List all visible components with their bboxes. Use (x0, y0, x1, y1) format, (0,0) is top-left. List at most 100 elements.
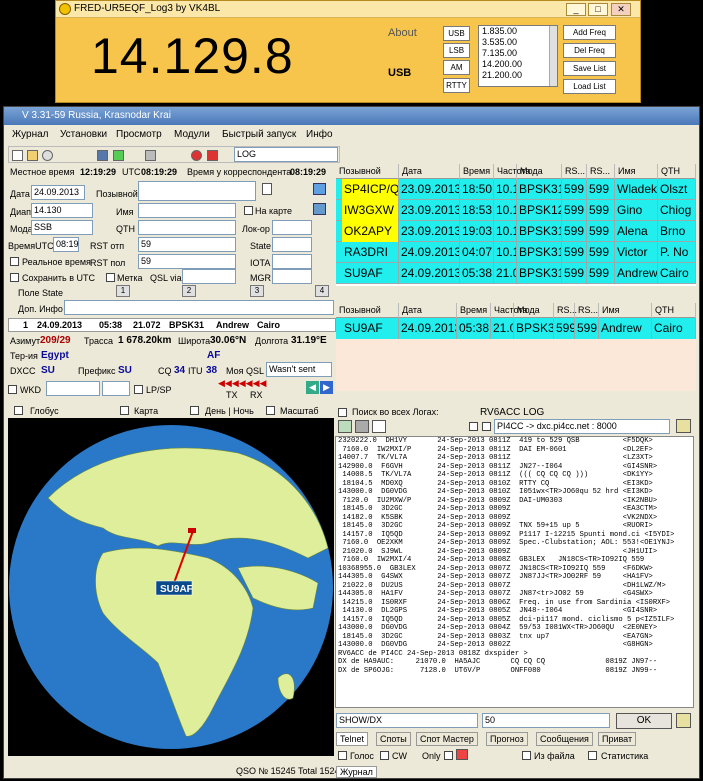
save-icon[interactable] (97, 150, 108, 161)
record-icon[interactable] (191, 150, 202, 161)
tab-forecast[interactable]: Прогноз (486, 732, 528, 746)
minimize-button[interactable]: _ (566, 3, 586, 16)
only-checkbox[interactable] (444, 751, 453, 760)
col-date[interactable]: Дата (399, 164, 460, 179)
list-item[interactable]: 1.835.00 (479, 26, 557, 37)
col-rst1[interactable]: RS... (554, 303, 577, 318)
qsl-via-field[interactable] (182, 269, 236, 284)
send-icon[interactable] (676, 713, 691, 728)
qth-field[interactable] (138, 220, 236, 235)
del-freq-button[interactable]: Del Freq (563, 43, 616, 58)
col-date[interactable]: Дата (399, 303, 457, 318)
mode-lsb-button[interactable]: LSB (443, 43, 470, 58)
realtime-checkbox[interactable] (10, 257, 19, 266)
cluster-connect-icon[interactable] (338, 420, 352, 433)
table-row[interactable]: OK2APY23.09.201319:0310.1BPSK31599599Ale… (336, 221, 696, 242)
mgr-field[interactable] (272, 269, 312, 284)
daynight-checkbox[interactable] (190, 406, 199, 415)
maximize-button[interactable]: □ (588, 3, 608, 16)
save-utc-checkbox[interactable] (10, 273, 19, 282)
menu-journal[interactable]: Журнал (12, 129, 49, 140)
menu-settings[interactable]: Установки (60, 129, 107, 140)
col-name[interactable]: Имя (615, 164, 658, 179)
rewind-icon[interactable]: ◀◀◀◀◀◀◀ (218, 378, 266, 389)
arrow-left-icon[interactable]: ◀ (306, 381, 319, 394)
stats-checkbox[interactable] (588, 751, 597, 760)
col-time[interactable]: Время (457, 303, 491, 318)
scale-checkbox[interactable] (266, 406, 275, 415)
name-field[interactable] (138, 203, 236, 218)
date-field[interactable]: 24.09.2013 (31, 185, 85, 200)
wkd-field[interactable] (46, 381, 100, 396)
world-map[interactable]: SU9AF (8, 418, 334, 756)
cluster-checkbox-2[interactable] (482, 422, 491, 431)
menu-view[interactable]: Просмотр (116, 129, 162, 140)
frequency-list[interactable]: 1.835.00 3.535.00 7.135.00 14.200.00 21.… (478, 25, 558, 87)
tab-spots[interactable]: Споты (376, 732, 411, 746)
rst-rcvd-field[interactable]: 59 (138, 254, 236, 269)
window-icon[interactable] (313, 183, 326, 195)
col-qth[interactable]: QTH (658, 164, 696, 179)
menu-info[interactable]: Инфо (306, 129, 333, 140)
list-item[interactable]: 14.200.00 (479, 59, 557, 70)
col-freq[interactable]: Частота (491, 303, 527, 318)
document-icon[interactable] (262, 183, 272, 195)
on-map-checkbox[interactable] (244, 206, 253, 215)
tab-telnet[interactable]: Telnet (336, 732, 369, 746)
about-link[interactable]: About (388, 27, 417, 39)
col-rst2[interactable]: RS... (575, 303, 599, 318)
load-list-button[interactable]: Load List (563, 79, 616, 94)
iota-field[interactable] (272, 254, 312, 269)
table-row[interactable]: SP4ICP/QRP23.09.201318:5010.1BPSK3159959… (336, 179, 696, 200)
cluster-list-icon[interactable] (372, 420, 386, 433)
col-call[interactable]: Позывной (336, 303, 399, 318)
tab-private[interactable]: Приват (598, 732, 637, 746)
locator-field[interactable] (272, 220, 312, 235)
arrow-right-icon[interactable]: ▶ (320, 381, 333, 394)
table-row[interactable]: RA3DRI24.09.201304:0710.1BPSK31599599Vic… (336, 242, 696, 263)
band-combo[interactable] (102, 381, 130, 396)
filter-icon[interactable] (456, 749, 468, 760)
list-item[interactable]: 21.200.00 (479, 70, 557, 81)
close-button[interactable]: ✕ (611, 3, 631, 16)
col-time[interactable]: Время (460, 164, 494, 179)
field-button-3[interactable]: 3 (250, 285, 264, 297)
myqsl-select[interactable]: Wasn't sent (266, 362, 332, 377)
new-icon[interactable] (12, 150, 23, 161)
save-list-button[interactable]: Save List (563, 61, 616, 76)
from-file-checkbox[interactable] (522, 751, 531, 760)
scrollbar[interactable] (549, 26, 557, 86)
globe-checkbox[interactable] (14, 406, 23, 415)
table-row[interactable]: SU9AF 24.09.2013 05:38 21.0 BPSK3 599 59… (336, 318, 696, 339)
search-all-checkbox[interactable] (338, 408, 347, 417)
pause-icon[interactable] (145, 150, 156, 161)
ok-button[interactable]: OK (616, 713, 672, 729)
cluster-options-icon[interactable] (676, 419, 691, 433)
journal-tab[interactable]: Журнал (336, 766, 377, 778)
cw-checkbox[interactable] (380, 751, 389, 760)
tab-spot-master[interactable]: Спот Мастер (416, 732, 478, 746)
field-button-4[interactable]: 4 (315, 285, 329, 297)
extra-info-field[interactable] (64, 300, 334, 315)
add-freq-button[interactable]: Add Freq (563, 25, 616, 40)
list-item[interactable]: 3.535.00 (479, 37, 557, 48)
cluster-checkbox-1[interactable] (469, 422, 478, 431)
table-row[interactable]: SU9AF24.09.201305:3821.0BPSK31599599Andr… (336, 263, 696, 284)
col-freq[interactable]: Частота (494, 164, 530, 179)
mode-usb-button[interactable]: USB (443, 26, 470, 41)
wkd-checkbox[interactable] (8, 385, 17, 394)
log-selector[interactable]: LOG (234, 147, 338, 162)
mode-rtty-button[interactable]: RTTY (443, 78, 470, 93)
field-button-2[interactable]: 2 (182, 285, 196, 297)
lpsp-checkbox[interactable] (134, 385, 143, 394)
tab-messages[interactable]: Сообщения (536, 732, 593, 746)
count-field[interactable]: 50 (482, 713, 610, 728)
band-field[interactable]: 14.130 (31, 203, 93, 218)
map-checkbox[interactable] (120, 406, 129, 415)
time-utc-field[interactable]: 08:19 (53, 237, 79, 252)
rst-sent-field[interactable]: 59 (138, 237, 236, 252)
mode-am-button[interactable]: AM (443, 60, 470, 75)
clock-icon[interactable] (42, 150, 53, 161)
state-field[interactable] (272, 237, 312, 252)
col-rst2[interactable]: RS... (587, 164, 615, 179)
